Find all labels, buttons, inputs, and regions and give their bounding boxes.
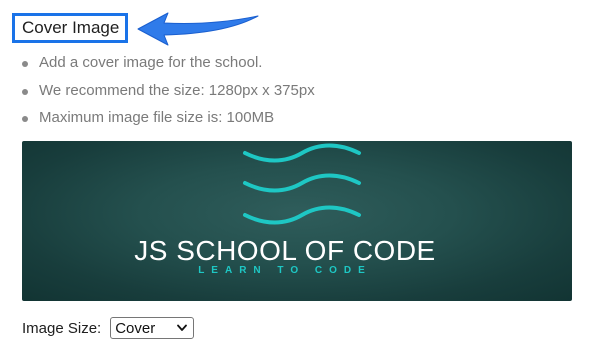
annotation-arrow-icon (137, 12, 259, 46)
image-size-selected-value: Cover (115, 319, 156, 337)
bullet-icon (22, 61, 28, 67)
cover-image-info-list: Add a cover image for the school. We rec… (22, 52, 315, 135)
chevron-down-icon (177, 324, 188, 331)
list-item: Add a cover image for the school. (22, 52, 315, 80)
image-size-select[interactable]: Cover (110, 317, 195, 339)
cover-image-heading-label: Cover Image (22, 18, 120, 37)
bullet-icon (22, 88, 28, 95)
image-size-label: Image Size: (22, 319, 102, 337)
list-item-text: Add a cover image for the school. (39, 54, 263, 71)
waves-icon (243, 143, 361, 225)
cover-image-preview[interactable]: JS SCHOOL OF CODE LEARN TO CODE (22, 141, 572, 301)
cover-school-title: JS SCHOOL OF CODE (134, 235, 436, 266)
cover-school-tagline: LEARN TO CODE (198, 265, 372, 276)
list-item-text: Maximum image file size is: 100MB (39, 109, 275, 126)
list-item: We recommend the size: 1280px x 375px (22, 80, 315, 108)
list-item: Maximum image file size is: 100MB (22, 107, 315, 135)
cover-image-heading: Cover Image (12, 13, 128, 43)
bullet-icon (22, 116, 28, 122)
list-item-text: We recommend the size: 1280px x 375px (39, 81, 315, 99)
image-size-row: Image Size: Cover (22, 316, 195, 340)
